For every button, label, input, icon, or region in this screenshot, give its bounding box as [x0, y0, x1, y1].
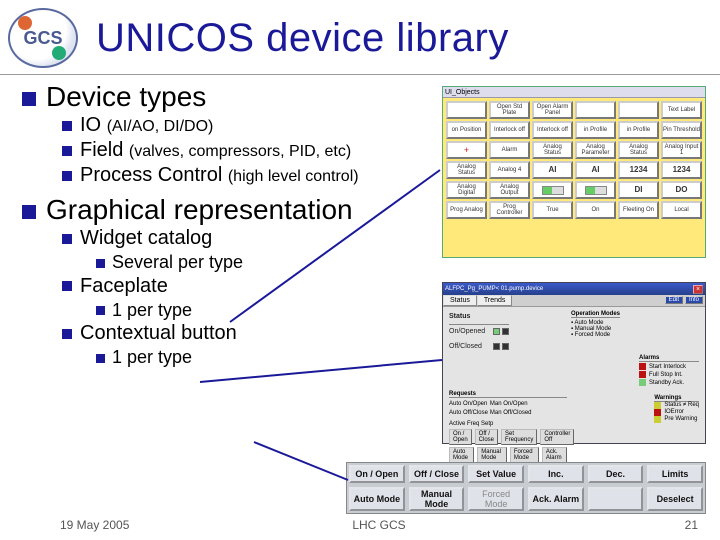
requests-title: Requests	[449, 391, 567, 398]
catalog-cell[interactable]: True	[532, 201, 573, 219]
led-icon	[493, 328, 500, 335]
catalog-cell[interactable]	[618, 101, 659, 119]
catalog-cell[interactable]: Prog Controller	[489, 201, 530, 219]
led-icon	[493, 343, 500, 350]
catalog-cell[interactable]: in Profile	[618, 121, 659, 139]
req-item: Auto Off/Close	[449, 409, 488, 418]
led-icon	[502, 328, 509, 335]
title-divider	[0, 74, 720, 75]
catalog-cell[interactable]	[446, 101, 487, 119]
catalog-cell[interactable]: Analog Status	[618, 141, 659, 159]
ctx-button[interactable]: Limits	[647, 465, 703, 483]
catalog-cell[interactable]: +	[446, 141, 487, 159]
catalog-cell[interactable]: 1234	[661, 161, 702, 179]
catalog-cell[interactable]: On	[575, 201, 616, 219]
ctx-button[interactable]: Manual Mode	[409, 487, 465, 511]
catalog-cell[interactable]: Analog 4	[489, 161, 530, 179]
catalog-cell[interactable]	[575, 101, 616, 119]
catalog-cell[interactable]: Local	[661, 201, 702, 219]
ctx-button[interactable]: Set Value	[468, 465, 524, 483]
fp-off-close-button[interactable]: Off / Close	[475, 429, 498, 445]
warn-led-icon	[654, 409, 661, 416]
ctx-button[interactable]: Deselect	[647, 487, 703, 511]
req-item: Man Off/Closed	[490, 409, 532, 418]
edit-button[interactable]: Edit	[665, 296, 683, 304]
catalog-cell[interactable]: in Profile	[575, 121, 616, 139]
ctx-button[interactable]: Auto Mode	[349, 487, 405, 511]
catalog-cell[interactable]	[532, 181, 573, 199]
footer-date: 19 May 2005	[60, 518, 273, 532]
gcs-logo: GCS	[8, 8, 78, 68]
opmodes-title: Operation Modes	[571, 311, 620, 318]
catalog-cell[interactable]: Analog Status	[532, 141, 573, 159]
status-heading: Status	[449, 313, 509, 325]
offclosed-label: Off/Closed	[449, 343, 491, 355]
ctx-button[interactable]: On / Open	[349, 465, 405, 483]
fp-ctrl-off-button[interactable]: Controller Off	[540, 429, 574, 445]
ctx-button[interactable]: Off / Close	[409, 465, 465, 483]
warn-led-icon	[654, 402, 661, 409]
led-icon	[502, 343, 509, 350]
catalog-cell[interactable]: Fleeting On	[618, 201, 659, 219]
faceplate-window: ALFPC_Pg_PUMP< 01.pump.device × Status T…	[442, 282, 706, 444]
req-item: Auto On/Open	[449, 400, 488, 409]
fp-on-open-button[interactable]: On / Open	[449, 429, 472, 445]
catalog-cell[interactable]: Analog Parameter	[575, 141, 616, 159]
catalog-cell[interactable]: Open Std Plate	[489, 101, 530, 119]
catalog-cell[interactable]	[575, 181, 616, 199]
alarm-led-icon	[639, 371, 646, 378]
fp-auto-mode-button[interactable]: Auto Mode	[449, 447, 474, 463]
alarm-led-icon	[639, 379, 646, 386]
catalog-cell[interactable]: on Position	[446, 121, 487, 139]
tab-status[interactable]: Status	[443, 295, 477, 306]
faceplate-titlebar[interactable]: ALFPC_Pg_PUMP< 01.pump.device ×	[443, 283, 705, 295]
fp-set-freq-button[interactable]: Set Frequency	[501, 429, 537, 445]
catalog-cell[interactable]: DI	[618, 181, 659, 199]
fp-manual-mode-button[interactable]: Manual Mode	[477, 447, 507, 463]
catalog-cell[interactable]: Analog Status	[446, 161, 487, 179]
warnings-title: Warnings	[654, 395, 699, 402]
ctx-button[interactable]: Forced Mode	[468, 487, 524, 511]
catalog-cell[interactable]: Analog Input 1	[661, 141, 702, 159]
opmode-item: Forced Mode	[571, 332, 699, 338]
catalog-cell[interactable]: AI	[532, 161, 573, 179]
active-freq-label: Active Freq Setp	[449, 421, 567, 427]
catalog-cell[interactable]: AI	[575, 161, 616, 179]
footer-middle: LHC GCS	[273, 518, 486, 532]
catalog-cell[interactable]: Prog Analog	[446, 201, 487, 219]
ctx-button[interactable]: Ack. Alarm	[528, 487, 584, 511]
fp-forced-mode-button[interactable]: Forced Mode	[510, 447, 539, 463]
widget-catalog-window: UI_Objects Open Std PlateOpen Alarm Pane…	[442, 86, 706, 258]
contextual-button-bar: On / OpenOff / CloseSet ValueInc.Dec.Lim…	[346, 462, 706, 514]
catalog-cell[interactable]: Open Alarm Panel	[532, 101, 573, 119]
ctx-button[interactable]: Inc.	[528, 465, 584, 483]
catalog-cell[interactable]: Text Label	[661, 101, 702, 119]
tab-trends[interactable]: Trends	[477, 295, 513, 306]
warn-led-icon	[654, 416, 661, 423]
catalog-cell[interactable]: Alarm	[489, 141, 530, 159]
catalog-cell[interactable]: Interlock off	[532, 121, 573, 139]
catalog-cell[interactable]: DO	[661, 181, 702, 199]
catalog-cell[interactable]: Interlock off	[489, 121, 530, 139]
close-icon[interactable]: ×	[693, 285, 703, 294]
ctx-button[interactable]: Dec.	[588, 465, 644, 483]
req-item: Man On/Open	[490, 400, 532, 409]
fp-ack-alarm-button[interactable]: Ack. Alarm	[542, 447, 567, 463]
catalog-cell[interactable]: Pin Threshold	[661, 121, 702, 139]
catalog-cell[interactable]: Analog Digital	[446, 181, 487, 199]
catalog-titlebar: UI_Objects	[443, 87, 705, 98]
footer-page: 21	[485, 518, 698, 532]
catalog-cell[interactable]: Analog Output	[489, 181, 530, 199]
alarm-led-icon	[639, 363, 646, 370]
alarms-title: Alarms	[639, 355, 699, 362]
slide-title: UNICOS device library	[96, 16, 509, 61]
ctx-button[interactable]	[588, 487, 644, 511]
info-button[interactable]: Info	[685, 296, 703, 304]
onoff-label: On/Opened	[449, 328, 491, 340]
catalog-cell[interactable]: 1234	[618, 161, 659, 179]
